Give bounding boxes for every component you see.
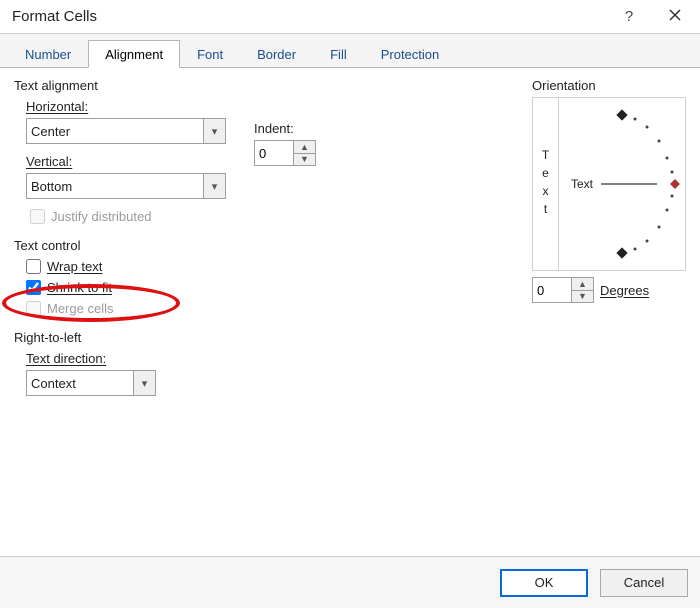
chevron-down-icon: ▾ — [212, 125, 218, 138]
degrees-up[interactable]: ▲ — [572, 278, 593, 291]
indent-up[interactable]: ▲ — [294, 141, 315, 154]
indent-down[interactable]: ▼ — [294, 154, 315, 166]
tab-number[interactable]: Number — [8, 40, 88, 68]
section-orientation: Orientation Text Text — [532, 78, 686, 303]
label-degrees: Degrees — [600, 283, 649, 298]
close-button[interactable] — [652, 0, 698, 34]
tab-font[interactable]: Font — [180, 40, 240, 68]
combo-vertical-button[interactable]: ▾ — [203, 174, 225, 198]
combo-text-direction-button[interactable]: ▾ — [133, 371, 155, 395]
ok-button[interactable]: OK — [500, 569, 588, 597]
alignment-panel: Text alignment Horizontal: Center ▾ Vert… — [0, 68, 700, 556]
check-justify-distributed: Justify distributed — [30, 209, 226, 224]
spinner-degrees[interactable]: ▲ ▼ — [532, 277, 594, 303]
tab-border[interactable]: Border — [240, 40, 313, 68]
tab-alignment[interactable]: Alignment — [88, 40, 180, 68]
combo-vertical[interactable]: Bottom ▾ — [26, 173, 226, 199]
chevron-down-icon: ▾ — [142, 377, 148, 390]
spinner-indent[interactable]: ▲ ▼ — [254, 140, 316, 166]
tab-fill[interactable]: Fill — [313, 40, 364, 68]
cancel-button[interactable]: Cancel — [600, 569, 688, 597]
degrees-stepper[interactable]: ▲ ▼ — [572, 277, 594, 303]
orientation-vertical-text[interactable]: Text — [533, 98, 559, 270]
orientation-dial[interactable]: Text — [559, 98, 685, 270]
indent-stepper[interactable]: ▲ ▼ — [294, 140, 316, 166]
title-bar: Format Cells ? — [0, 0, 700, 34]
degrees-down[interactable]: ▼ — [572, 291, 593, 303]
check-merge-cells: Merge cells — [26, 301, 686, 316]
chevron-down-icon: ▾ — [212, 180, 218, 193]
close-icon — [669, 8, 681, 25]
window-title: Format Cells — [12, 8, 606, 25]
combo-horizontal[interactable]: Center ▾ — [26, 118, 226, 144]
tab-protect[interactable]: Protection — [364, 40, 457, 68]
label-horizontal: Horizontal: — [26, 99, 226, 114]
degrees-input[interactable] — [532, 277, 572, 303]
combo-text-direction[interactable]: Context ▾ — [26, 370, 156, 396]
dialog-footer: OK Cancel — [0, 556, 700, 608]
label-vertical: Vertical: — [26, 154, 226, 169]
label-text-direction: Text direction: — [26, 351, 686, 366]
tab-strip: Number Alignment Font Border Fill Protec… — [0, 34, 700, 68]
indent-input[interactable] — [254, 140, 294, 166]
combo-horizontal-button[interactable]: ▾ — [203, 119, 225, 143]
help-button[interactable]: ? — [606, 0, 652, 34]
section-rtl: Right-to-left — [14, 330, 686, 345]
label-indent: Indent: — [254, 121, 316, 136]
